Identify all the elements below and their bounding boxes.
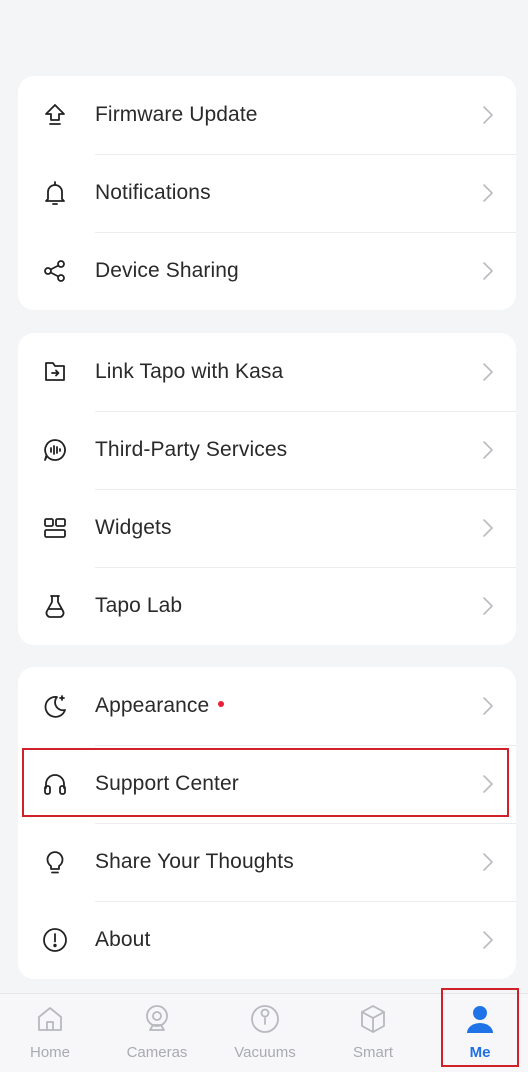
menu-item-firmware-update[interactable]: Firmware Update [18, 76, 516, 154]
menu-item-label: Support Center [95, 772, 239, 795]
menu-item-share-your-thoughts[interactable]: Share Your Thoughts [18, 823, 516, 901]
new-badge-dot [218, 701, 225, 708]
chevron-right-icon [482, 930, 494, 950]
chevron-right-icon [482, 596, 494, 616]
settings-group-integrations: Link Tapo with Kasa Third-Party Services… [18, 333, 516, 645]
appearance-label: Appearance [95, 694, 210, 717]
camera-icon [140, 1002, 174, 1036]
menu-item-tapo-lab[interactable]: Tapo Lab [18, 567, 516, 645]
widgets-icon [40, 513, 70, 543]
settings-group-device: Firmware Update Notifications Device Sha… [18, 76, 516, 310]
tab-label: Smart [352, 1044, 393, 1061]
menu-item-about[interactable]: About [18, 901, 516, 979]
tab-smart[interactable]: Smart [323, 994, 423, 1072]
chevron-right-icon [482, 518, 494, 538]
tab-label: Home [29, 1044, 70, 1061]
chevron-right-icon [482, 183, 494, 203]
tab-vacuums[interactable]: Vacuums [215, 994, 315, 1072]
menu-item-link-tapo-with-kasa[interactable]: Link Tapo with Kasa [18, 333, 516, 411]
menu-item-device-sharing[interactable]: Device Sharing [18, 232, 516, 310]
chevron-right-icon [482, 774, 494, 794]
vacuum-icon [248, 1002, 282, 1036]
menu-item-widgets[interactable]: Widgets [18, 489, 516, 567]
headset-icon [40, 769, 70, 799]
chevron-right-icon [482, 440, 494, 460]
menu-item-label: Tapo Lab [95, 594, 183, 617]
bell-icon [40, 178, 70, 208]
tab-label: Vacuums [234, 1044, 296, 1061]
chevron-right-icon [482, 105, 494, 125]
info-icon [40, 925, 70, 955]
menu-item-label: Firmware Update [95, 103, 258, 126]
menu-item-support-center[interactable]: Support Center [18, 745, 516, 823]
lightbulb-icon [40, 847, 70, 877]
cube-icon [356, 1002, 390, 1036]
menu-item-label: Device Sharing [95, 259, 239, 282]
share-icon [40, 256, 70, 286]
tab-label: Me [469, 1044, 491, 1061]
chevron-right-icon [482, 852, 494, 872]
menu-item-label: Appearance [95, 694, 225, 718]
tab-label: Cameras [126, 1044, 188, 1061]
link-icon [40, 357, 70, 387]
menu-item-label: Share Your Thoughts [95, 850, 294, 873]
tab-cameras[interactable]: Cameras [107, 994, 207, 1072]
chevron-right-icon [482, 261, 494, 281]
menu-item-label: About [95, 928, 151, 951]
chevron-right-icon [482, 696, 494, 716]
person-icon [463, 1002, 497, 1036]
chevron-right-icon [482, 362, 494, 382]
menu-item-appearance[interactable]: Appearance [18, 667, 516, 745]
voice-assistant-icon [40, 435, 70, 465]
home-icon [33, 1002, 67, 1036]
menu-item-third-party-services[interactable]: Third-Party Services [18, 411, 516, 489]
firmware-update-icon [40, 100, 70, 130]
menu-item-label: Link Tapo with Kasa [95, 360, 284, 383]
tab-me[interactable]: Me [430, 994, 528, 1072]
tab-home[interactable]: Home [0, 994, 100, 1072]
bottom-tab-bar: Home Cameras Vacuums Smart Me [0, 993, 528, 1072]
menu-item-label: Widgets [95, 516, 172, 539]
flask-icon [40, 591, 70, 621]
menu-item-label: Notifications [95, 181, 211, 204]
moon-icon [40, 691, 70, 721]
menu-item-notifications[interactable]: Notifications [18, 154, 516, 232]
menu-item-label: Third-Party Services [95, 438, 288, 461]
settings-group-general: Appearance Support Center Share Your Tho… [18, 667, 516, 979]
